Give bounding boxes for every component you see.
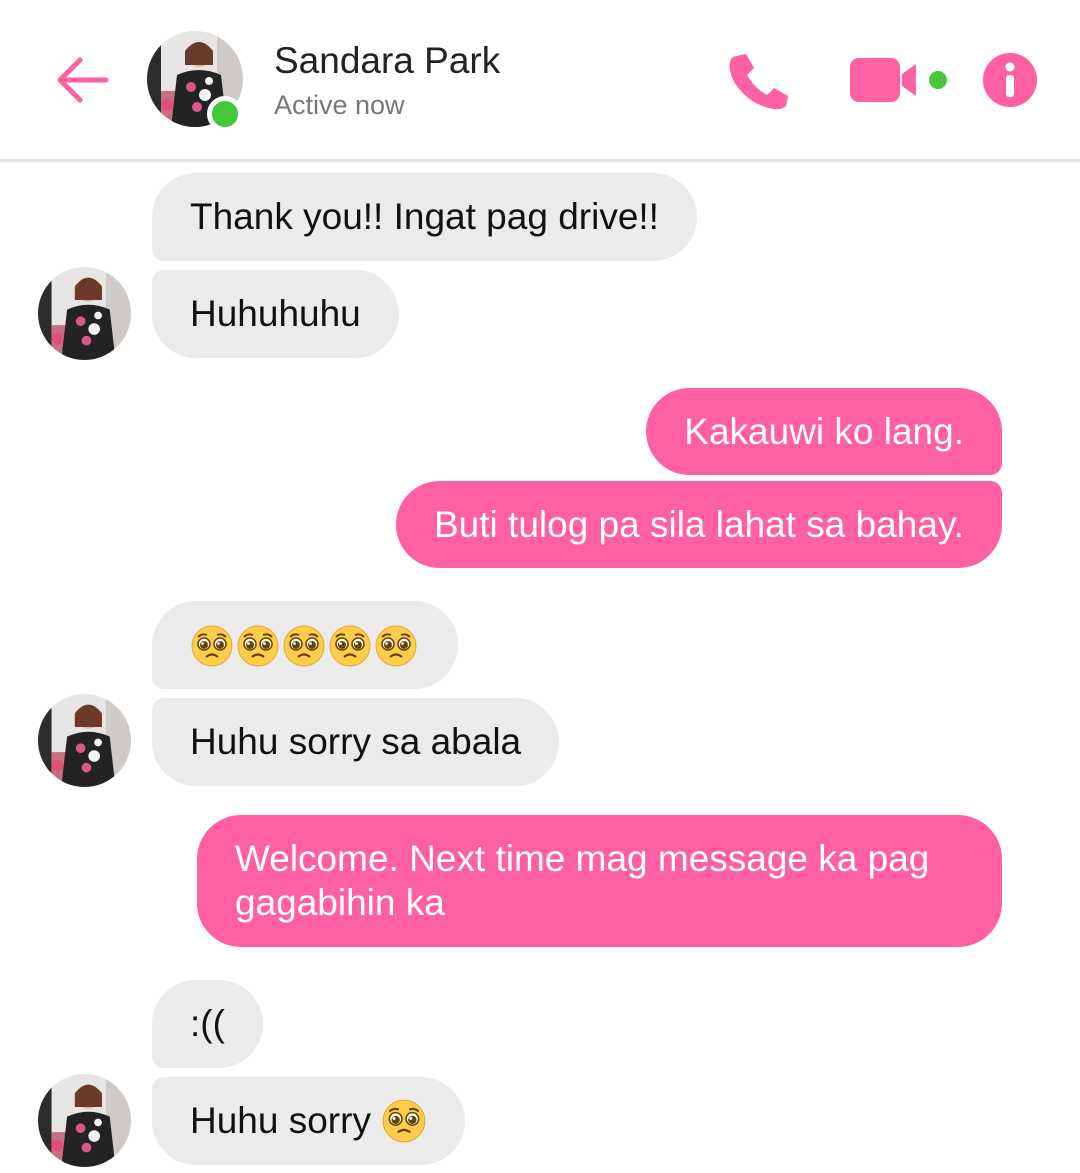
back-button[interactable] (50, 48, 114, 112)
video-call-button[interactable] (846, 52, 926, 108)
message-text-line-1: Welcome. Next time mag message ka pag (235, 838, 930, 879)
pleading-face-icon (236, 624, 280, 668)
video-available-dot (926, 68, 950, 92)
outgoing-message[interactable]: Kakauwi ko lang. (646, 388, 1002, 475)
incoming-message[interactable]: Huhuhuhu (152, 270, 399, 358)
message-text: Kakauwi ko lang. (684, 410, 964, 452)
message-text-line-2: gagabihin ka (235, 882, 445, 923)
online-status-dot (207, 96, 243, 132)
incoming-message[interactable]: :(( (152, 980, 263, 1068)
pleading-face-icon (374, 624, 418, 668)
message-text: :(( (190, 1003, 225, 1044)
message-text: Thank you!! Ingat pag drive!! (190, 196, 659, 237)
message-text: Buti tulog pa sila lahat sa bahay. (434, 503, 964, 545)
pleading-face-icon (190, 624, 234, 668)
pleading-face-icon (328, 624, 372, 668)
incoming-message[interactable]: Huhu sorry sa abala (152, 698, 560, 786)
info-button[interactable] (982, 52, 1038, 108)
video-camera-icon (850, 58, 916, 102)
pleading-face-emoji-row (190, 622, 420, 668)
incoming-message[interactable]: Huhu sorry (152, 1077, 465, 1165)
outgoing-message[interactable]: Buti tulog pa sila lahat sa bahay. (396, 481, 1002, 568)
phone-icon (729, 54, 788, 110)
message-text: Huhu sorry sa abala (190, 721, 522, 762)
sender-avatar[interactable] (38, 694, 131, 787)
contact-status: Active now (274, 90, 405, 120)
sender-avatar[interactable] (38, 267, 131, 360)
incoming-message[interactable]: Thank you!! Ingat pag drive!! (152, 173, 697, 261)
message-text: Huhuhuhu (190, 293, 361, 334)
message-text: Huhu sorry (190, 1100, 371, 1141)
pleading-face-icon (282, 624, 326, 668)
info-icon (983, 53, 1037, 107)
back-arrow-icon (57, 57, 109, 103)
incoming-emoji-message[interactable] (152, 601, 458, 689)
outgoing-message[interactable]: Welcome. Next time mag message ka pag ga… (197, 815, 1002, 947)
pleading-face-icon (381, 1098, 427, 1144)
voice-call-button[interactable] (722, 48, 794, 112)
contact-name[interactable]: Sandara Park (274, 40, 500, 82)
chat-header: Sandara Park Active now (0, 0, 1080, 162)
sender-avatar[interactable] (38, 1074, 131, 1167)
